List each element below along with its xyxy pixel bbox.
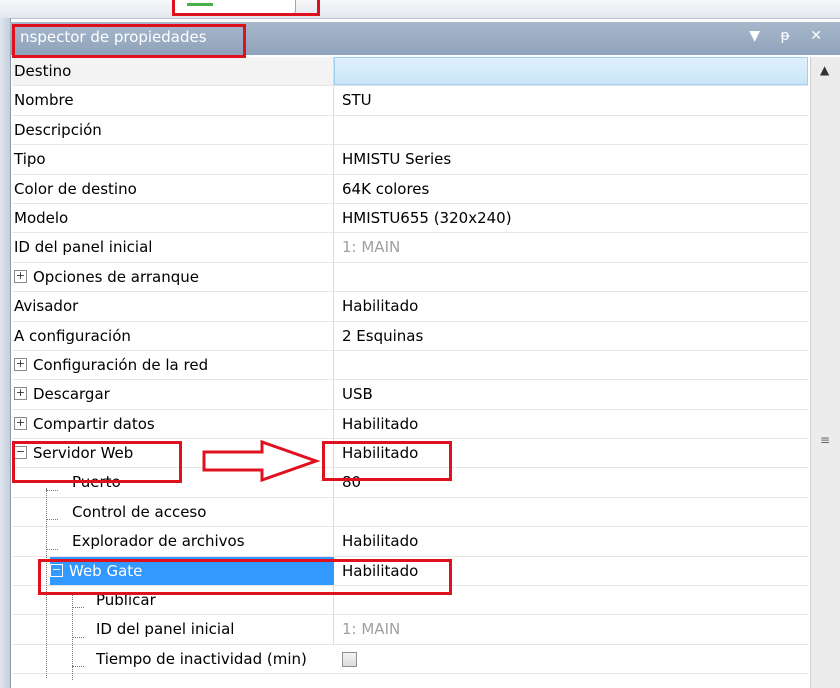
property-row[interactable]: Color de destino 64K colores (12, 174, 808, 204)
tree-line (72, 607, 84, 608)
property-name: A configuración (12, 321, 334, 350)
property-value[interactable]: 2 Esquinas (334, 322, 808, 350)
property-row[interactable]: Control de acceso (12, 497, 808, 528)
expand-icon[interactable]: + (14, 269, 27, 283)
property-row[interactable]: + Compartir datos Habilitado (12, 409, 808, 440)
dropdown-icon[interactable]: ▼ (749, 28, 768, 44)
property-group-red[interactable]: + Configuración de la red (12, 350, 334, 380)
property-row[interactable]: Nombre STU (12, 86, 808, 116)
property-name: Explorador de archivos (12, 527, 334, 556)
tree-line (72, 637, 84, 638)
property-group-compartir[interactable]: + Compartir datos (12, 409, 334, 439)
property-name: Destino (12, 57, 334, 86)
tree-line (72, 666, 84, 667)
property-value[interactable]: STU (334, 86, 808, 114)
highlight-box-toolbar (172, 0, 320, 16)
property-value[interactable] (334, 263, 808, 291)
vertical-scrollbar[interactable]: ▲ ≡ (810, 57, 840, 688)
property-value[interactable] (334, 116, 808, 144)
property-row[interactable]: Avisador Habilitado (12, 292, 808, 322)
property-value[interactable] (334, 498, 808, 526)
property-name: Descargar (33, 385, 110, 404)
property-row-destino[interactable]: Destino (12, 57, 808, 87)
property-value[interactable]: HMISTU655 (320x240) (334, 204, 808, 232)
tree-line (46, 490, 58, 491)
arrow-icon (202, 439, 321, 483)
highlight-box-servidor-value (322, 441, 452, 481)
property-value: 1: MAIN (342, 238, 401, 257)
property-value[interactable] (334, 57, 808, 86)
property-row[interactable]: Explorador de archivos Habilitado (12, 527, 808, 557)
expand-icon[interactable]: + (14, 387, 27, 401)
highlight-box-title (12, 24, 246, 58)
property-name: Control de acceso (12, 497, 334, 527)
panel-controls: ▼ ᵽ ✕ (749, 28, 830, 44)
property-row[interactable]: Tipo HMISTU Series (12, 145, 808, 175)
property-row[interactable]: ID del panel inicial 1: MAIN (12, 615, 808, 645)
property-value[interactable]: 64K colores (334, 175, 808, 203)
close-icon[interactable]: ✕ (810, 28, 830, 44)
property-group-descargar[interactable]: + Descargar (12, 380, 334, 409)
property-value[interactable]: Habilitado (334, 527, 808, 555)
property-row[interactable]: + Configuración de la red (12, 350, 808, 381)
expand-icon[interactable]: + (14, 416, 27, 430)
property-name: ID del panel inicial (12, 615, 334, 644)
property-name: Opciones de arranque (33, 267, 199, 286)
property-value[interactable]: Habilitado (334, 410, 808, 438)
toolbar-strip (0, 0, 840, 19)
property-value[interactable] (334, 351, 808, 379)
property-value[interactable] (334, 645, 808, 673)
property-name: Configuración de la red (33, 355, 209, 374)
highlight-box-web-gate (38, 559, 452, 595)
property-name: Tiempo de inactividad (min) (96, 649, 307, 668)
property-value[interactable]: HMISTU Series (334, 145, 808, 173)
property-row[interactable]: ID del panel inicial 1: MAIN (12, 233, 808, 263)
property-value: 1: MAIN (342, 620, 401, 639)
expand-icon[interactable]: + (14, 357, 27, 371)
property-name: Tipo (12, 145, 334, 174)
property-group-opciones[interactable]: + Opciones de arranque (12, 262, 334, 292)
property-name: Color de destino (12, 174, 334, 203)
property-row[interactable]: A configuración 2 Esquinas (12, 321, 808, 351)
property-row[interactable]: + Opciones de arranque (12, 262, 808, 293)
scroll-grip-icon[interactable]: ≡ (820, 434, 830, 446)
property-row[interactable]: + Descargar USB (12, 380, 808, 410)
property-name: ID del panel inicial (12, 233, 334, 262)
property-value[interactable]: USB (334, 380, 808, 408)
property-row[interactable]: Modelo HMISTU655 (320x240) (12, 203, 808, 234)
property-name: Nombre (12, 86, 334, 115)
property-row[interactable]: Tiempo de inactividad (min) (12, 645, 808, 675)
scroll-up-icon[interactable]: ▲ (820, 63, 829, 77)
property-name: Modelo (12, 203, 334, 233)
highlight-box-servidor-web (12, 441, 182, 483)
property-value[interactable]: Habilitado (334, 292, 808, 320)
tree-line (46, 519, 58, 520)
pin-icon[interactable]: ᵽ (780, 28, 797, 44)
inactivity-checkbox[interactable] (342, 651, 357, 667)
property-name: Avisador (12, 292, 334, 321)
left-panel-edge (0, 18, 11, 688)
tree-line (46, 549, 58, 550)
property-name: Compartir datos (33, 414, 155, 433)
property-row[interactable]: Descripción (12, 115, 808, 146)
property-name: Descripción (12, 115, 334, 145)
